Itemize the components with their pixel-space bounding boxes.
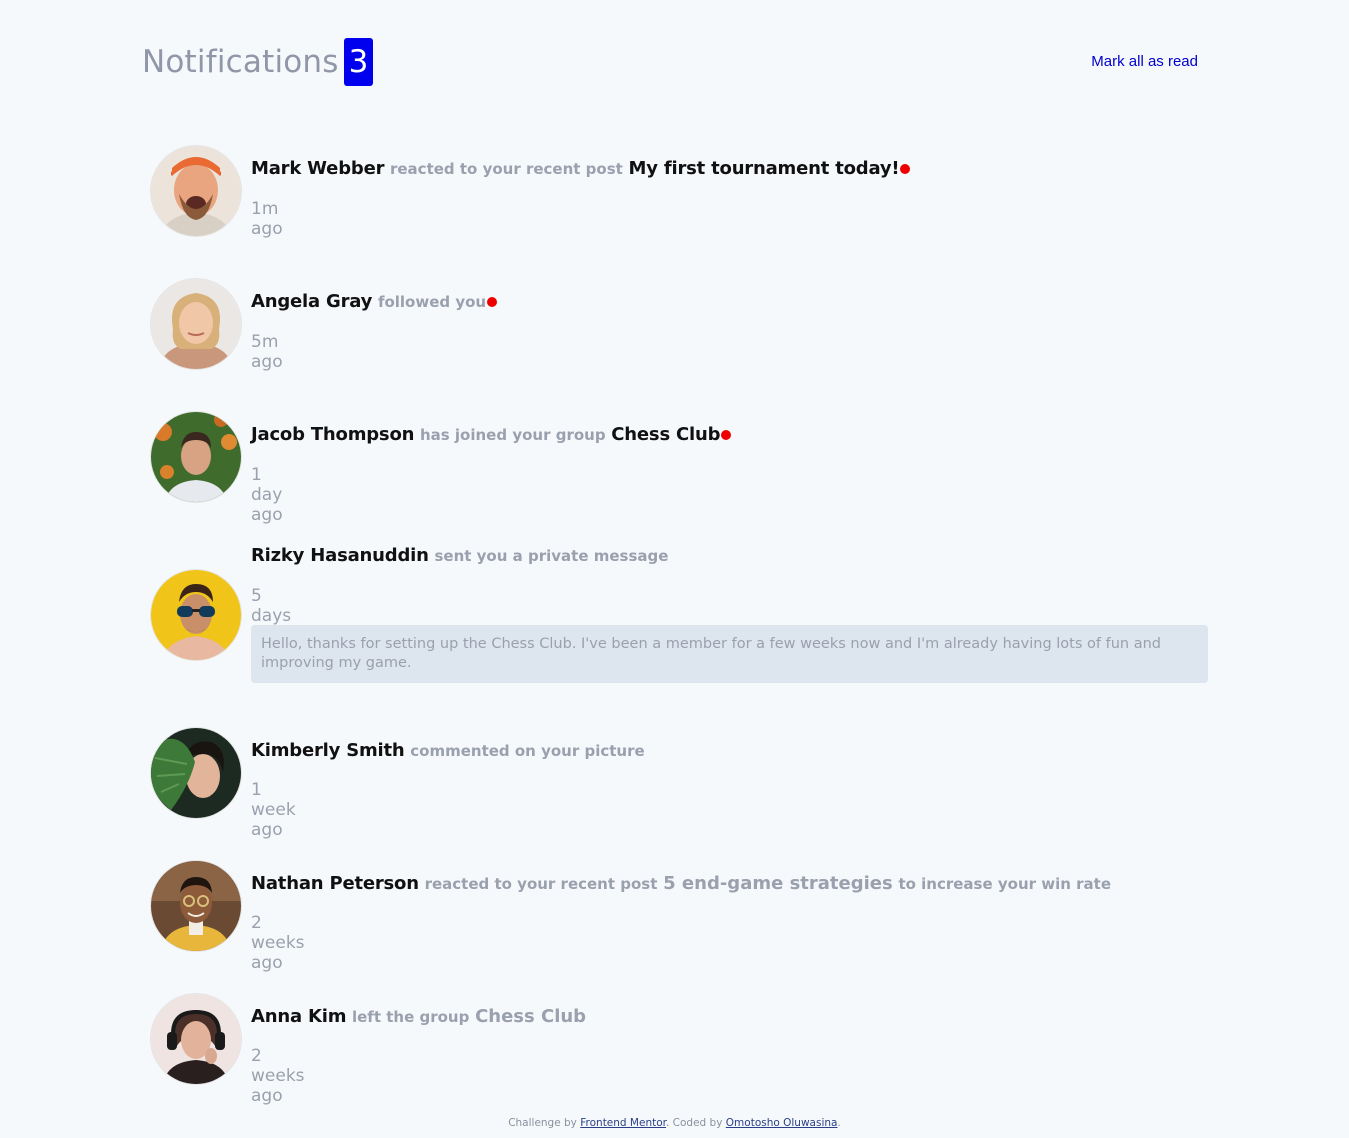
post-link[interactable]: 5 end-game strategies	[663, 873, 893, 894]
notification-action: has joined your group	[419, 426, 606, 444]
notification-action: sent you a private message	[434, 547, 669, 565]
unread-dot	[721, 430, 732, 440]
notification-action: commented on your picture	[410, 742, 645, 760]
notification-text: Anna Kim left the group Chess Club	[251, 1006, 586, 1027]
notification-text: Mark Webber reacted to your recent post …	[251, 158, 911, 179]
notification-text: Angela Gray followed you	[251, 291, 498, 312]
notification-time: 1 day ago	[251, 465, 283, 525]
notification-action: reacted to your recent post	[424, 875, 658, 893]
notification-text: Nathan Peterson reacted to your recent p…	[251, 873, 1111, 894]
user-name[interactable]: Angela Gray	[251, 291, 372, 312]
user-name[interactable]: Jacob Thompson	[251, 424, 414, 445]
footer-suffix: .	[837, 1117, 841, 1129]
user-name[interactable]: Mark Webber	[251, 158, 384, 179]
private-message-preview[interactable]: Hello, thanks for setting up the Chess C…	[251, 625, 1208, 683]
notification-text: Jacob Thompson has joined your group Che…	[251, 424, 732, 445]
group-link[interactable]: Chess Club	[475, 1006, 586, 1027]
notification-time: 2 weeks ago	[251, 913, 305, 973]
unread-count-badge: 3	[344, 38, 373, 86]
avatar[interactable]	[151, 279, 241, 369]
notification-time: 2 weeks ago	[251, 1046, 305, 1106]
avatar[interactable]	[151, 146, 241, 236]
user-name[interactable]: Anna Kim	[251, 1006, 346, 1027]
post-link[interactable]: My first tournament today!	[629, 158, 900, 179]
notification-time: 1 week ago	[251, 780, 296, 840]
notification-text: Kimberly Smith commented on your picture	[251, 740, 645, 761]
footer-middle: . Coded by	[666, 1117, 723, 1129]
group-link[interactable]: Chess Club	[611, 424, 720, 445]
frontend-mentor-link[interactable]: Frontend Mentor	[580, 1117, 666, 1129]
attribution-footer: Challenge by Frontend Mentor. Coded by O…	[0, 1117, 1349, 1129]
mark-all-read-button[interactable]: Mark all as read	[1091, 53, 1198, 70]
notification-time: 5m ago	[251, 332, 283, 372]
user-name[interactable]: Rizky Hasanuddin	[251, 545, 429, 566]
notification-action: reacted to your recent post	[389, 160, 623, 178]
avatar[interactable]	[151, 570, 241, 660]
notification-text: Rizky Hasanuddin sent you a private mess…	[251, 545, 668, 566]
page-header: Notifications 3 Mark all as read	[142, 38, 1198, 86]
user-name[interactable]: Kimberly Smith	[251, 740, 405, 761]
avatar[interactable]	[151, 861, 241, 951]
footer-prefix: Challenge by	[508, 1117, 577, 1129]
notification-action: followed you	[377, 293, 487, 311]
notification-action: left the group	[351, 1008, 470, 1026]
user-name[interactable]: Nathan Peterson	[251, 873, 419, 894]
notification-action-suffix: to increase your win rate	[898, 875, 1112, 893]
author-link[interactable]: Omotosho Oluwasina	[726, 1117, 838, 1129]
avatar[interactable]	[151, 728, 241, 818]
unread-dot	[487, 297, 498, 307]
avatar[interactable]	[151, 412, 241, 502]
notification-time: 1m ago	[251, 199, 283, 239]
unread-dot	[900, 164, 911, 174]
page-title: Notifications	[142, 44, 339, 80]
avatar[interactable]	[151, 994, 241, 1084]
